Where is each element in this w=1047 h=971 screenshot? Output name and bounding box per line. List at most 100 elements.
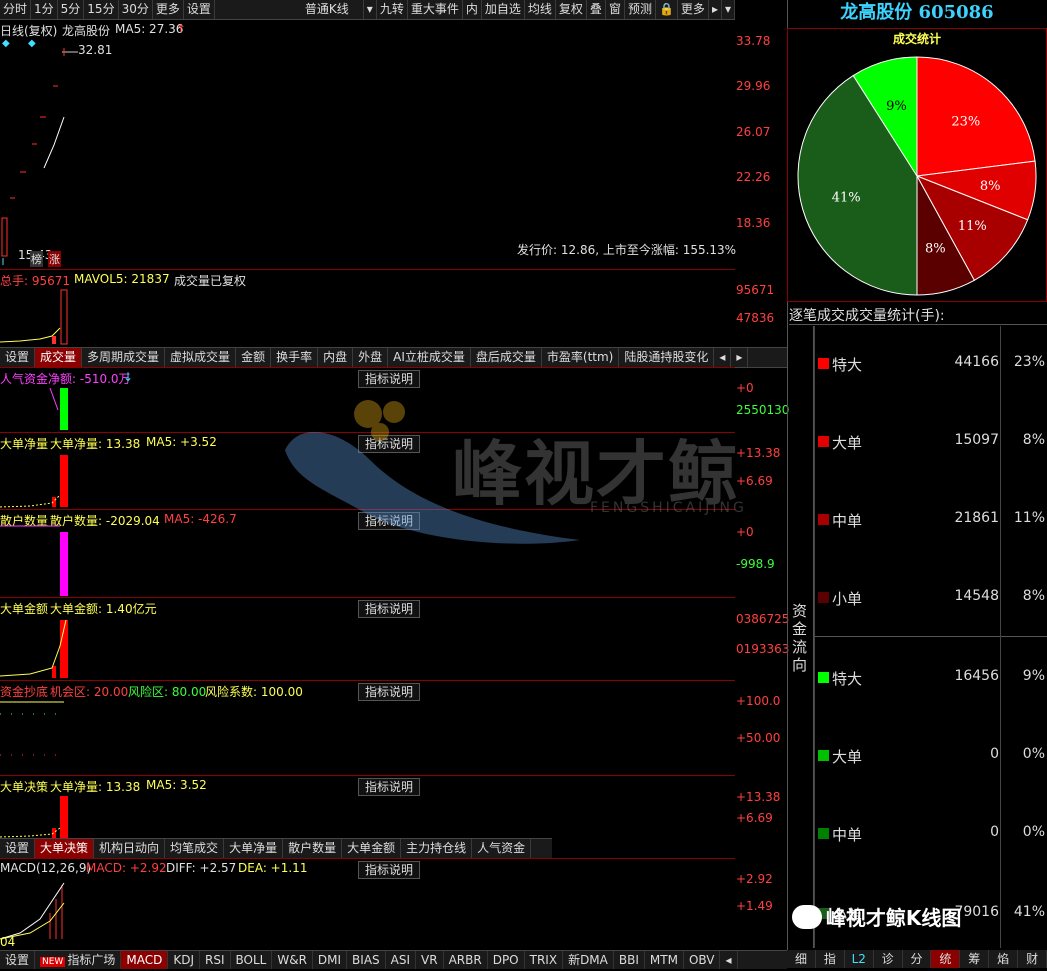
chevron-down-icon[interactable]: ▾ <box>364 0 377 19</box>
tab-30min[interactable]: 30分 <box>119 0 153 19</box>
bottom-tab-bias[interactable]: BIAS <box>347 951 386 969</box>
kline-panel[interactable]: 日线(复权) 龙高股份 MA5: 27.36 ↑ ◆ ◆ 32.81 15.43… <box>0 20 736 268</box>
add-watchlist-button[interactable]: 加自选 <box>482 0 525 19</box>
bottom-tab-vr[interactable]: VR <box>416 951 444 969</box>
major-events-button[interactable]: 重大事件 <box>408 0 463 19</box>
bottom-tab-dpo[interactable]: DPO <box>488 951 525 969</box>
kline-axis-3: 26.07 <box>736 125 771 139</box>
kline-type-select[interactable]: 普通K线 <box>275 0 364 19</box>
tab-more[interactable]: 更多 <box>153 0 184 19</box>
tab-fenshi[interactable]: 分时 <box>0 0 32 19</box>
tab-1-virtual[interactable]: 虚拟成交量 <box>165 348 237 367</box>
tab-2-avg-trade[interactable]: 均笔成交 <box>165 839 225 858</box>
right-tab-diagnose[interactable]: 诊 <box>874 950 903 968</box>
bottom-tab-arbr[interactable]: ARBR <box>444 951 488 969</box>
tab-1-amount[interactable]: 金额 <box>236 348 272 367</box>
bottom-tab-newdma[interactable]: 新DMA <box>563 951 614 969</box>
stats-row-name: 大单 <box>832 434 863 452</box>
right-tab-chips[interactable]: 筹 <box>960 950 990 968</box>
stats-row-name: 特大 <box>832 670 863 688</box>
tab-2-settings[interactable]: 设置 <box>0 839 36 858</box>
right-tab-finance[interactable]: 财 <box>1018 950 1047 968</box>
ma-button[interactable]: 均线 <box>525 0 556 19</box>
big-amount-panel[interactable]: 大单金额 大单金额: 1.40亿元 指标说明 <box>0 597 735 680</box>
overlay-button[interactable]: 叠 <box>587 0 606 19</box>
tab-1-afterhours[interactable]: 盘后成交量 <box>471 348 542 367</box>
tab-15min[interactable]: 15分 <box>84 0 119 19</box>
side-label: 资金流向 <box>792 602 808 674</box>
bottom-tab-wr[interactable]: W&R <box>272 951 313 969</box>
right-tab-index[interactable]: 指 <box>816 950 845 968</box>
tab-1min[interactable]: 1分 <box>31 0 58 19</box>
right-tab-l2[interactable]: L2 <box>845 950 874 968</box>
volume-axis-1: 95671 <box>736 283 775 297</box>
bottom-tab-macd[interactable]: MACD <box>121 951 169 969</box>
bottom-tab-kdj[interactable]: KDJ <box>168 951 200 969</box>
forecast-button[interactable]: 预测 <box>625 0 656 19</box>
right-tab-detail[interactable]: 细 <box>787 950 816 968</box>
scroll-left-icon[interactable]: ◂ <box>714 348 732 367</box>
tab-2-retail[interactable]: 散户数量 <box>283 839 343 858</box>
inner-button[interactable]: 内 <box>463 0 482 19</box>
big-decision-panel[interactable]: 大单决策 大单净量: 13.38 MA5: 3.52 指标说明 <box>0 775 735 839</box>
big-decision-axis-2: +6.69 <box>736 811 773 825</box>
bottom-tab-bbi[interactable]: BBI <box>614 951 645 969</box>
right-tab-flame[interactable]: 焰 <box>989 950 1019 968</box>
scroll-right-icon[interactable]: ▸ <box>731 348 749 367</box>
color-swatch <box>818 514 829 525</box>
right-tab-fen[interactable]: 分 <box>903 950 932 968</box>
tab-settings[interactable]: 设置 <box>184 0 215 19</box>
stats-row-percent: 23% <box>1013 354 1045 370</box>
tab-2-big-decision[interactable]: 大单决策 <box>35 839 95 858</box>
jiuzhuan-button[interactable]: 九转 <box>377 0 408 19</box>
tab-1-turnover[interactable]: 换手率 <box>271 348 319 367</box>
bottom-indicator-bar: 设置 NEW 指标广场 MACD KDJ RSI BOLL W&R DMI BIA… <box>0 950 787 969</box>
badge-bang[interactable]: 榜 <box>30 251 43 267</box>
macd-panel[interactable]: MACD(12,26,9) MACD: +2.92 DIFF: +2.57 DE… <box>0 858 735 949</box>
window-button[interactable]: 窗 <box>606 0 625 19</box>
more-button[interactable]: 更多 <box>678 0 709 19</box>
tab-1-outer[interactable]: 外盘 <box>353 348 389 367</box>
bottom-tab-rsi[interactable]: RSI <box>200 951 231 969</box>
lock-icon[interactable]: 🔒 <box>656 0 678 19</box>
bottom-tab-square[interactable]: NEW 指标广场 <box>35 951 122 969</box>
tab-2-institution[interactable]: 机构日动向 <box>94 839 166 858</box>
bottom-fish-panel[interactable]: 资金抄底 机会区: 20.00 风险区: 80.00 风险系数: 100.00 … <box>0 680 735 775</box>
bottom-tab-settings[interactable]: 设置 <box>0 951 36 969</box>
stats-row-percent: 0% <box>1022 824 1045 840</box>
tab-1-inner[interactable]: 内盘 <box>318 348 354 367</box>
stats-row: 中单 21861 11% <box>816 510 1047 530</box>
bottom-tab-trix[interactable]: TRIX <box>525 951 564 969</box>
tab-1-hk-connect[interactable]: 陆股通持股变化 <box>619 348 715 367</box>
adjust-button[interactable]: 复权 <box>556 0 587 19</box>
tab-5min[interactable]: 5分 <box>58 0 85 19</box>
tab-1-settings[interactable]: 设置 <box>0 348 36 367</box>
tab-1-ai[interactable]: AI立桩成交量 <box>388 348 471 367</box>
bottom-tab-dmi[interactable]: DMI <box>313 951 348 969</box>
tab-2-big-amount[interactable]: 大单金额 <box>342 839 402 858</box>
dropdown-icon[interactable]: ▾ <box>722 0 735 19</box>
kline-candles <box>1 48 78 265</box>
volume-panel[interactable]: 总手: 95671 MAVOL5: 21837 成交量已复权 <box>0 269 735 346</box>
bottom-tab-asi[interactable]: ASI <box>386 951 417 969</box>
bottom-tab-boll[interactable]: BOLL <box>231 951 273 969</box>
tab-2-main-position[interactable]: 主力持仓线 <box>401 839 473 858</box>
watermark-sub: FENGSHICAIJING <box>590 500 747 516</box>
scroll-left-icon[interactable]: ◂ <box>720 951 738 969</box>
arrow-right-icon[interactable]: ▸ <box>709 0 722 19</box>
stats-row-name: 大单 <box>832 748 863 766</box>
tab-2-big-net[interactable]: 大单净量 <box>224 839 284 858</box>
kline-axis-4: 22.26 <box>736 170 771 184</box>
tab-1-pe[interactable]: 市盈率(ttm) <box>542 348 620 367</box>
badge-zhang[interactable]: 涨 <box>48 251 61 267</box>
pie-title: 成交统计 <box>892 32 941 46</box>
bottom-tab-mtm[interactable]: MTM <box>645 951 684 969</box>
tab-2-popularity[interactable]: 人气资金 <box>472 839 532 858</box>
bottom-tab-obv[interactable]: OBV <box>684 951 721 969</box>
stats-row-name: 中单 <box>832 512 863 530</box>
tab-1-multi-period[interactable]: 多周期成交量 <box>82 348 166 367</box>
indicator-tabbar-2: 设置 大单决策 机构日动向 均笔成交 大单净量 散户数量 大单金额 主力持仓线 … <box>0 838 552 859</box>
volume-bars <box>0 289 68 345</box>
right-tab-stats[interactable]: 统 <box>931 950 961 968</box>
tab-1-volume[interactable]: 成交量 <box>35 348 83 367</box>
